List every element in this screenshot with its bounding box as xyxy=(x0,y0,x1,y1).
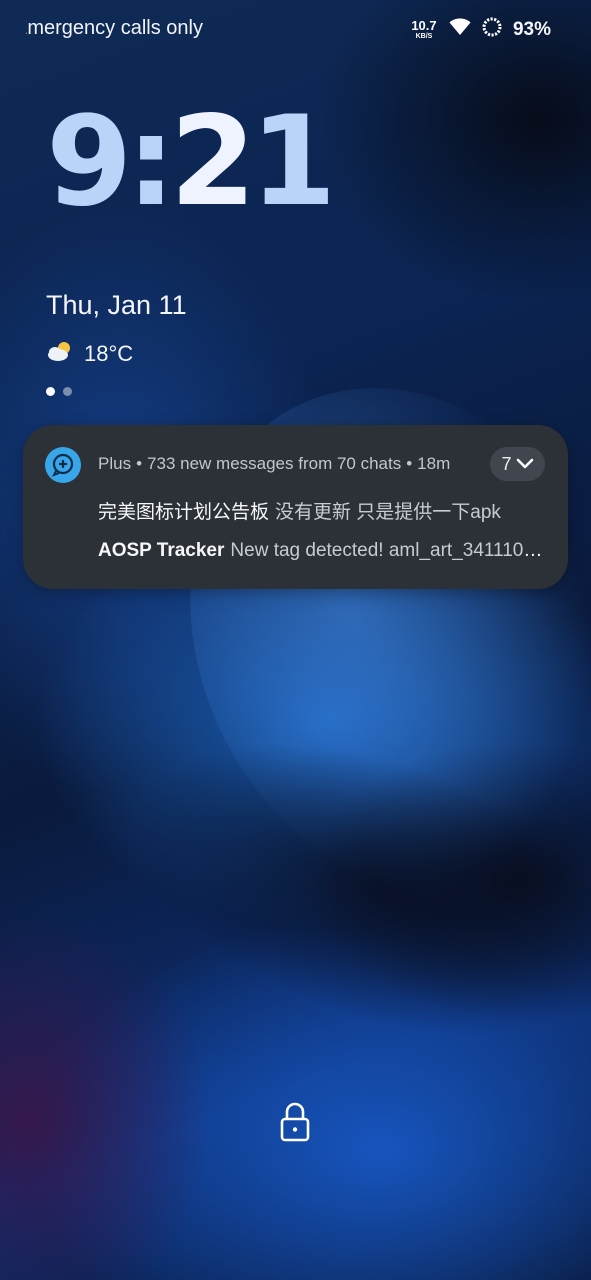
notification-count: 7 xyxy=(501,453,512,474)
message-sender: 完美图标计划公告板 xyxy=(98,502,270,523)
status-bar: Emergency calls only 10.7 KB/S 93% xyxy=(0,0,591,58)
weather-widget[interactable]: 18°C xyxy=(46,340,133,368)
notification-summary: 733 new messages from 70 chats xyxy=(147,454,402,473)
lockscreen-date[interactable]: Thu, Jan 11 xyxy=(46,290,187,321)
wifi-icon xyxy=(449,18,471,41)
header-separator: • xyxy=(136,454,143,473)
notification-message: AOSP Tracker New tag detected! aml_art_34… xyxy=(98,540,543,562)
chevron-down-icon xyxy=(516,454,534,475)
lockscreen-clock[interactable]: 9:21 xyxy=(46,90,336,234)
clock-hour: 9 xyxy=(46,90,132,234)
notification-message: 完美图标计划公告板 没有更新 只是提供一下apk xyxy=(98,497,543,524)
page-indicator xyxy=(46,387,72,396)
page-dot-active xyxy=(46,387,55,396)
battery-ring-icon xyxy=(481,16,503,43)
carrier-text: Emergency calls only xyxy=(26,17,203,39)
clock-minute-ones: 1 xyxy=(250,90,336,234)
weather-temperature: 18°C xyxy=(84,341,134,366)
notification-header: Plus • 733 new messages from 70 chats • 18m xyxy=(98,454,450,474)
network-speed-unit: KB/S xyxy=(415,33,433,40)
notification-time: 18m xyxy=(417,454,451,473)
header-separator: • xyxy=(406,454,413,473)
partly-cloudy-icon xyxy=(46,340,74,368)
status-icons: 10.7 KB/S 93% xyxy=(409,16,551,43)
plus-messenger-icon xyxy=(45,447,81,483)
clock-colon: : xyxy=(126,90,176,234)
notification-card[interactable]: Plus • 733 new messages from 70 chats • 18m … xyxy=(23,425,568,589)
battery-percent: 93% xyxy=(512,18,551,40)
network-speed-value: 10.7 xyxy=(411,18,437,33)
message-sender: AOSP Tracker xyxy=(98,540,225,561)
message-text: New tag detected! aml_art_341110000 xyxy=(230,540,543,561)
notification-app-name: Plus xyxy=(98,454,132,473)
page-dot xyxy=(63,387,72,396)
message-text: 没有更新 只是提供一下apk xyxy=(275,502,501,523)
clock-minute-tens: 2 xyxy=(169,90,256,234)
lock-icon[interactable] xyxy=(279,1101,311,1143)
expand-notification-button[interactable]: 7 xyxy=(490,447,545,481)
network-speed: 10.7 KB/S xyxy=(409,19,439,40)
